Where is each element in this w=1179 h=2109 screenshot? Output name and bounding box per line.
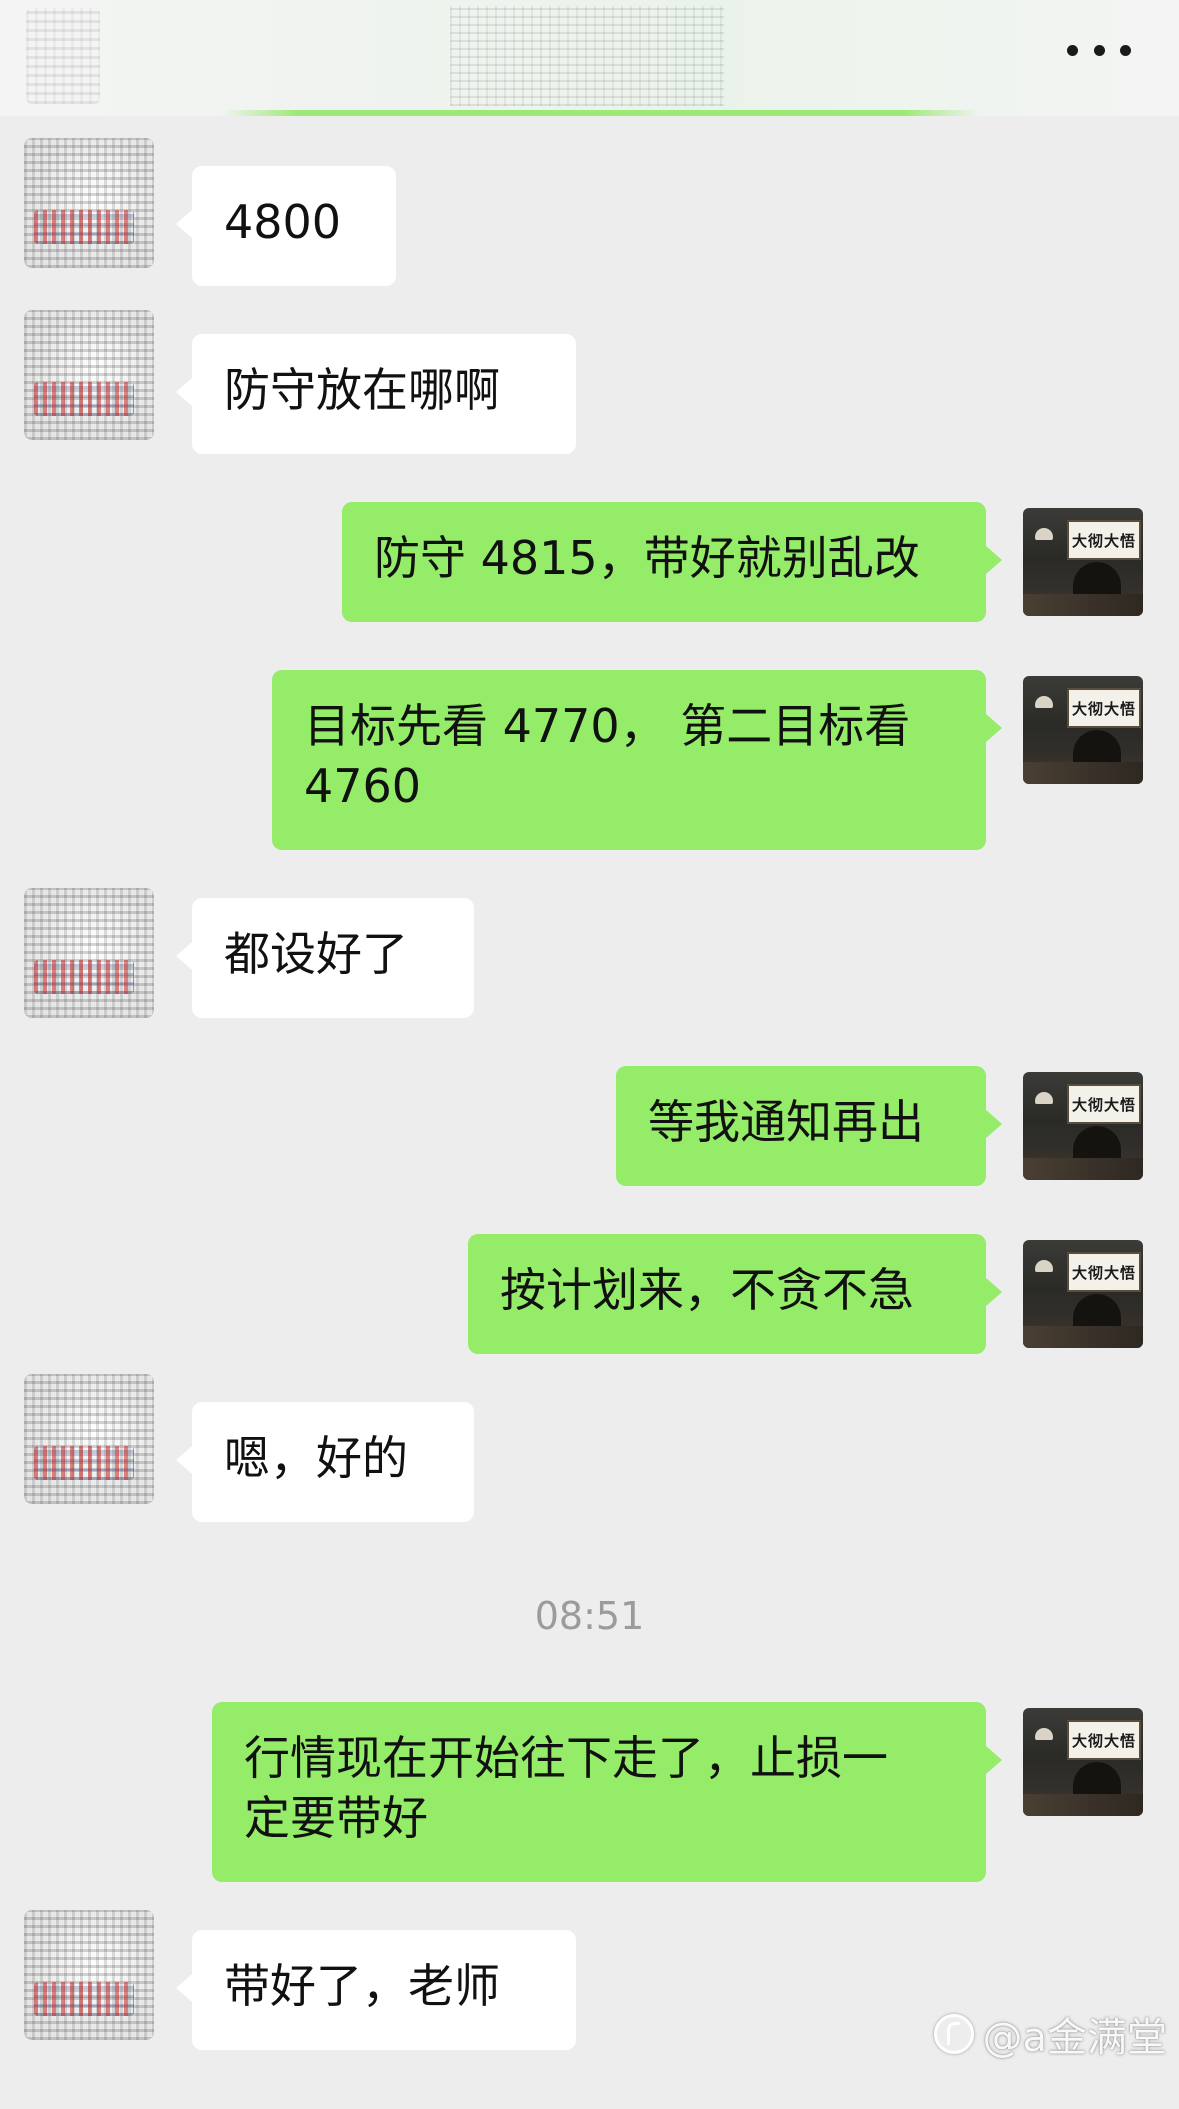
my-avatar[interactable]: 大彻大悟	[1023, 1708, 1143, 1816]
lamp-icon	[1035, 1260, 1053, 1272]
message-bubble-outgoing[interactable]: 行情现在开始往下走了，止损一 定要带好	[212, 1702, 1002, 1882]
avatar-pixelation	[34, 210, 134, 244]
avatar-pixelation	[34, 382, 134, 416]
watermark: @a金满堂	[934, 2005, 1167, 2063]
watermark-text: @a金满堂	[982, 2015, 1167, 2061]
avatar-desk	[1023, 594, 1143, 616]
avatar-sign: 大彻大悟	[1067, 520, 1141, 560]
more-dot	[1120, 44, 1131, 56]
avatar-desk	[1023, 1158, 1143, 1180]
contact-avatar[interactable]	[24, 138, 154, 268]
my-avatar[interactable]: 大彻大悟	[1023, 508, 1143, 616]
contact-avatar[interactable]	[24, 310, 154, 440]
avatar-sign: 大彻大悟	[1067, 1084, 1141, 1124]
chat-header	[0, 0, 1179, 116]
contact-avatar[interactable]	[24, 888, 154, 1018]
avatar-sign: 大彻大悟	[1067, 1720, 1141, 1760]
message-bubble-incoming[interactable]: 带好了，老师	[176, 1930, 576, 2050]
chat-screen: 4800 防守放在哪啊 防守 4815，带好就别乱改 大彻大悟 目标先看 477…	[0, 0, 1179, 2109]
message-bubble-outgoing[interactable]: 等我通知再出	[616, 1066, 1002, 1186]
avatar-pixelation	[34, 1446, 134, 1480]
platform-logo-icon	[934, 2014, 975, 2054]
lamp-icon	[1035, 1092, 1053, 1104]
avatar-pixelation	[34, 960, 134, 994]
lamp-icon	[1035, 1728, 1053, 1740]
message-bubble-incoming[interactable]: 嗯，好的	[176, 1402, 474, 1522]
message-bubble-incoming[interactable]: 防守放在哪啊	[176, 334, 576, 454]
message-bubble-outgoing[interactable]: 防守 4815，带好就别乱改	[342, 502, 1002, 622]
more-dots-icon[interactable]	[1067, 30, 1131, 70]
message-bubble-incoming[interactable]: 都设好了	[176, 898, 474, 1018]
lamp-icon	[1035, 528, 1053, 540]
header-highlight-bar	[222, 110, 979, 116]
message-timestamp: 08:51	[534, 1594, 645, 1638]
lamp-icon	[1035, 696, 1053, 708]
message-bubble-incoming[interactable]: 4800	[176, 166, 396, 286]
avatar-desk	[1023, 762, 1143, 784]
avatar-sign: 大彻大悟	[1067, 1252, 1141, 1292]
contact-avatar[interactable]	[24, 1910, 154, 2040]
message-bubble-outgoing[interactable]: 目标先看 4770， 第二目标看 4760	[272, 670, 1002, 850]
avatar-desk	[1023, 1326, 1143, 1348]
avatar-pixelation	[34, 1982, 134, 2016]
my-avatar[interactable]: 大彻大悟	[1023, 676, 1143, 784]
avatar-desk	[1023, 1794, 1143, 1816]
more-dot	[1093, 44, 1105, 56]
avatar-sign: 大彻大悟	[1067, 688, 1141, 728]
chat-title-blurred	[450, 6, 724, 106]
more-dot	[1067, 44, 1078, 56]
message-bubble-outgoing[interactable]: 按计划来，不贪不急	[468, 1234, 1002, 1354]
my-avatar[interactable]: 大彻大悟	[1023, 1072, 1143, 1180]
my-avatar[interactable]: 大彻大悟	[1023, 1240, 1143, 1348]
back-chevron-icon[interactable]	[26, 8, 100, 104]
contact-avatar[interactable]	[24, 1374, 154, 1504]
